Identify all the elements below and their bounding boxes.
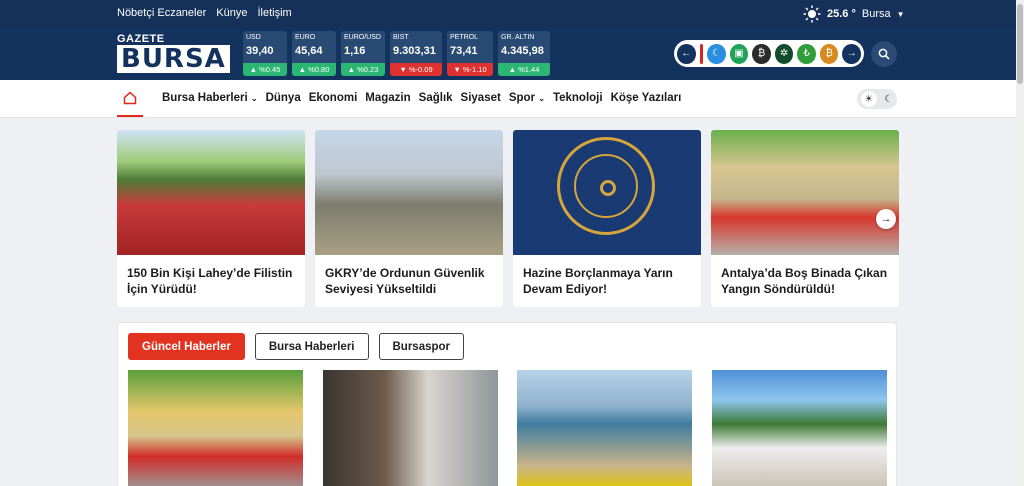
- news-title: 150 Bin Kişi Lahey’de Filistin İçin Yürü…: [127, 266, 293, 296]
- sun-icon: [803, 5, 821, 23]
- nav-item-bursa[interactable]: Bursa Haberleri ⌄: [162, 92, 258, 104]
- virus-icon[interactable]: ✲: [774, 43, 794, 64]
- news-tabs: Güncel Haberler Bursa Haberleri Bursaspo…: [128, 333, 465, 360]
- coin-icon[interactable]: ₿: [752, 43, 771, 64]
- theme-toggle[interactable]: ☀ ☾: [857, 89, 897, 109]
- news-card[interactable]: Hazine Borçlanmaya Yarın Devam Ediyor!: [513, 130, 701, 307]
- news-title: Antalya’da Boş Binada Çıkan Yangın Söndü…: [721, 266, 888, 296]
- news-card[interactable]: 150 Bin Kişi Lahey’de Filistin İçin Yürü…: [117, 130, 305, 307]
- news-thumbnail[interactable]: [517, 370, 692, 486]
- home-button[interactable]: [117, 80, 143, 117]
- arrow-right-icon[interactable]: →: [842, 43, 861, 64]
- nav-item-spor[interactable]: Spor ⌄: [509, 92, 545, 104]
- tab-bursaspor[interactable]: Bursaspor: [378, 333, 465, 360]
- search-icon: [878, 48, 890, 60]
- news-thumbnail[interactable]: [712, 370, 887, 486]
- nav-item-ekonomi[interactable]: Ekonomi: [309, 92, 358, 104]
- nav-item-teknoloji[interactable]: Teknoloji: [553, 92, 603, 104]
- header: GAZETE BURSA USD 39,40 ▲ %0.45 EURO 45,6…: [0, 27, 1016, 80]
- nav-item-dunya[interactable]: Dünya: [266, 92, 301, 104]
- news-thumbnail[interactable]: [128, 370, 303, 486]
- market-ticker: USD 39,40 ▲ %0.45 EURO 45,64 ▲ %0.80 EUR…: [243, 31, 550, 76]
- quick-tools: ← ☾ ▣ ₿ ✲ ₺ ₿ →: [674, 40, 864, 67]
- home-icon: [123, 90, 137, 104]
- market-petrol[interactable]: PETROL 73,41 ▼ %-1.10: [447, 31, 493, 76]
- treasury-seal: [557, 137, 655, 235]
- nav-item-magazin[interactable]: Magazin: [365, 92, 410, 104]
- link-contact[interactable]: İletişim: [257, 7, 291, 19]
- nav-item-saglik[interactable]: Sağlık: [419, 92, 453, 104]
- nav-items: Bursa Haberleri ⌄ Dünya Ekonomi Magazin …: [162, 92, 681, 104]
- bitcoin-icon[interactable]: ₿: [819, 43, 839, 64]
- main-nav: Bursa Haberleri ⌄ Dünya Ekonomi Magazin …: [0, 80, 1016, 118]
- nav-item-siyaset[interactable]: Siyaset: [461, 92, 501, 104]
- news-tabs-panel: Güncel Haberler Bursa Haberleri Bursaspo…: [117, 322, 897, 486]
- tab-bursa[interactable]: Bursa Haberleri: [254, 333, 369, 360]
- arrow-right-icon: →: [880, 213, 892, 225]
- page-scrollbar[interactable]: [1016, 0, 1024, 486]
- market-bist[interactable]: BIST 9.303,31 ▼ %-0.09: [390, 31, 442, 76]
- moon-icon: ☾: [884, 93, 894, 105]
- news-card[interactable]: GKRY’de Ordunun Güvenlik Seviyesi Yüksel…: [315, 130, 503, 307]
- logo-main: BURSA: [117, 45, 230, 73]
- market-euro[interactable]: EURO 45,64 ▲ %0.80: [292, 31, 336, 76]
- top-links: Nöbetçi Eczaneler Künye İletişim: [117, 7, 292, 19]
- site-logo[interactable]: GAZETE BURSA: [117, 33, 230, 73]
- scrollbar-thumb[interactable]: [1017, 4, 1023, 84]
- market-eurusd[interactable]: EURO/USD 1,16 ▲ %0.23: [341, 31, 385, 76]
- moon-icon[interactable]: ☾: [707, 43, 726, 64]
- search-button[interactable]: [871, 41, 897, 67]
- weather-temp: 25.6 °: [827, 8, 856, 20]
- news-image: [117, 130, 305, 255]
- news-card[interactable]: Antalya’da Boş Binada Çıkan Yangın Söndü…: [711, 130, 899, 307]
- market-gold[interactable]: GR. ALTIN 4.345,98 ▲ %1.44: [498, 31, 550, 76]
- news-title: GKRY’de Ordunun Güvenlik Seviyesi Yüksel…: [325, 266, 485, 296]
- sun-icon: ☀: [860, 91, 877, 107]
- top-bar: Nöbetçi Eczaneler Künye İletişim 25.6 ° …: [0, 0, 1016, 27]
- news-title: Hazine Borçlanmaya Yarın Devam Ediyor!: [523, 266, 673, 296]
- tab-guncel[interactable]: Güncel Haberler: [128, 333, 245, 360]
- chevron-down-icon: ▼: [896, 9, 905, 19]
- link-pharmacies[interactable]: Nöbetçi Eczaneler: [117, 7, 206, 19]
- wallet-icon[interactable]: ▣: [729, 43, 749, 64]
- slider-next-button[interactable]: →: [876, 209, 896, 229]
- weather-city: Bursa: [861, 8, 891, 20]
- news-image: [315, 130, 503, 255]
- nav-item-kose[interactable]: Köşe Yazıları: [611, 92, 682, 104]
- red-marker-icon: [699, 43, 704, 64]
- lira-icon[interactable]: ₺: [797, 43, 816, 64]
- link-imprint[interactable]: Künye: [216, 7, 247, 19]
- weather-widget[interactable]: 25.6 ° Bursa ▼: [803, 5, 905, 23]
- news-image: [513, 130, 701, 255]
- news-image: [711, 130, 899, 255]
- arrow-left-icon[interactable]: ←: [677, 43, 696, 64]
- market-usd[interactable]: USD 39,40 ▲ %0.45: [243, 31, 287, 76]
- news-thumbnail[interactable]: [323, 370, 498, 486]
